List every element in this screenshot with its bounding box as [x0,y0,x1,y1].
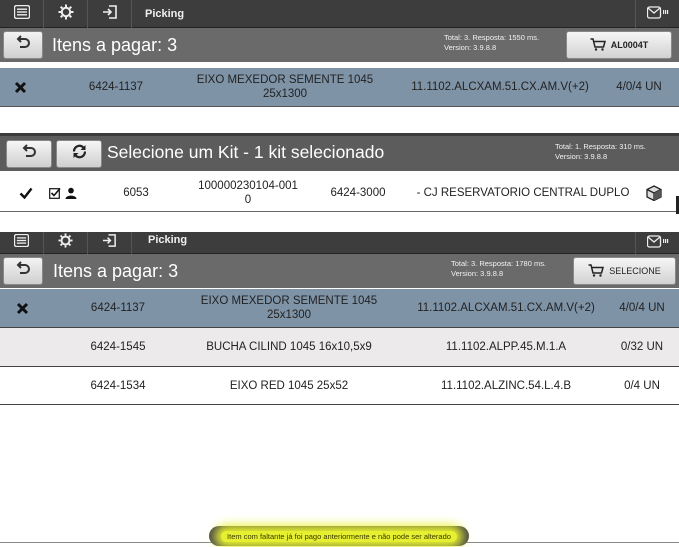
table-row[interactable]: 6424-1137 EIXO MEXEDOR SEMENTE 1045 25x1… [0,68,679,106]
kit-description: - CJ RESERVATORIO CENTRAL DUPLO [416,186,630,199]
settings-button[interactable] [44,0,88,28]
sign-in-icon [102,233,117,253]
app-title: Picking [145,8,185,20]
item-quantity: 4/0/4 UN [619,302,665,314]
item-location: 11.1102.ALZINC.54.L.4.B [441,379,571,392]
cart-icon [590,37,606,53]
item-code: 6424-1137 [88,81,144,93]
kit-title: Selecione um Kit - 1 kit selecionado [107,142,385,162]
item-description: EIXO RED 1045 25x52 [229,379,349,392]
item-quantity: 4/0/4 UN [616,81,662,93]
settings-button[interactable] [44,232,88,254]
item-description: EIXO MEXEDOR SEMENTE 1045 25x1300 [196,74,374,100]
toast-message: Item com faltante já foi pago anteriorme… [209,526,469,546]
version-info: Version: 3.9.8.8 [444,43,497,52]
kit-response-info: Total: 1. Resposta: 310 ms. Version: 3.9… [555,142,646,162]
divider [0,106,679,107]
item-description: EIXO MEXEDOR SEMENTE 1045 25x1300 [200,295,378,321]
top-bar: Picking [0,0,679,28]
kit-version-info: Version: 3.9.8.8 [555,152,608,161]
al0004t-button[interactable]: AL0004T [566,31,672,59]
back-button[interactable] [3,31,43,59]
table-row[interactable]: 6424-1545 BUCHA CILIND 1045 16x10,5x9 11… [0,328,679,366]
item-quantity: 0/4 UN [624,379,660,392]
item-quantity: 0/32 UN [620,341,664,353]
table-row[interactable]: 6424-1137 EIXO MEXEDOR SEMENTE 1045 25x1… [0,289,679,327]
kit-order: 100000230104-001 0 [198,179,298,206]
menu-icon [13,233,30,252]
login-button[interactable] [88,0,132,28]
item-location: 11.1102.ALCXAM.51.CX.AM.V(+2) [411,81,589,93]
menu-icon [13,4,30,24]
screen1-header: Itens a pagar: 3 Total: 3. Resposta: 155… [0,28,679,62]
item-code: 6424-1534 [90,379,146,392]
refresh-icon [71,143,88,165]
messages-button[interactable] [635,0,679,28]
undo-icon [21,143,37,165]
item-description: BUCHA CILIND 1045 16x10,5x9 [206,341,372,353]
close-icon[interactable] [8,68,32,106]
menu-button[interactable] [0,232,44,254]
item-location: 11.1102.ALCXAM.51.CX.AM.V(+2) [417,302,595,314]
item-code: 6424-1137 [90,302,146,314]
action-label: SELECIONE [609,266,661,276]
back-button[interactable] [3,257,43,285]
page-title: Itens a pagar: 3 [52,35,178,55]
response-info: Total: 3. Resposta: 1550 ms. Version: 3.… [444,33,539,53]
undo-icon [15,260,31,282]
sign-in-icon [102,4,118,25]
gear-icon [58,233,73,253]
app-title: Picking [148,234,188,246]
action-label: AL0004T [610,40,649,50]
divider [0,404,679,405]
box-icon[interactable] [642,174,666,211]
top-bar: Picking [0,232,679,254]
cart-icon [588,263,605,279]
table-row[interactable]: 6424-1534 EIXO RED 1045 25x52 11.1102.AL… [0,367,679,404]
total-info: Total: 3. Resposta: 1780 ms. [451,259,547,268]
check-icon [14,174,38,211]
mail-icon [646,234,669,252]
response-info: Total: 3. Resposta: 1780 ms. Version: 3.… [451,259,546,279]
version-info: Version: 3.9.8.8 [451,269,504,278]
messages-button[interactable] [635,232,679,254]
item-location: 11.1102.ALPP.45.M.1.A [445,341,567,353]
screen2-header: Itens a pagar: 3 Total: 3. Resposta: 178… [0,254,679,288]
menu-button[interactable] [0,0,44,28]
page-title: Itens a pagar: 3 [53,261,179,281]
user-icon [62,174,80,211]
toast-text: Item com faltante já foi pago anteriorme… [221,530,457,542]
item-code: 6424-1545 [90,341,146,353]
kit-total-info: Total: 1. Resposta: 310 ms. [555,142,646,151]
login-button[interactable] [88,232,132,254]
kit-row[interactable]: 6053 100000230104-001 0 6424-3000 - CJ R… [0,174,679,212]
kit-code: 6424-3000 [330,186,386,199]
refresh-button[interactable] [56,140,102,168]
kit-id: 6053 [123,186,149,199]
mail-icon [646,5,669,23]
kit-header: Selecione um Kit - 1 kit selecionado Tot… [0,133,679,171]
undo-icon [15,34,31,56]
selecione-button[interactable]: SELECIONE [573,257,676,285]
gear-icon [58,4,74,25]
total-info: Total: 3. Resposta: 1550 ms. [444,33,540,42]
close-icon[interactable] [10,289,34,327]
kit-back-button[interactable] [6,140,52,168]
